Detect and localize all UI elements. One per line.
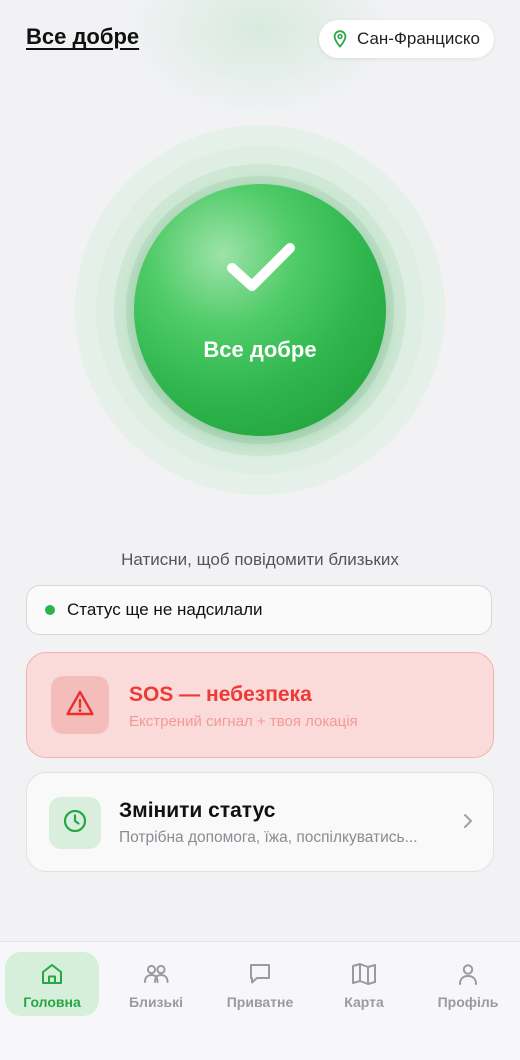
im-ok-button[interactable]: Все добре [134,184,386,436]
map-icon [350,960,378,988]
status-text: Статус ще не надсилали [67,600,263,619]
clock-icon [62,808,88,839]
map-pin-icon [333,30,347,48]
location-label: Сан-Франциско [356,29,480,48]
status-button-label: Все добре [203,337,317,362]
hint-text: Натисни, щоб повідомити близьких [121,550,399,569]
chevron-right-icon [463,813,473,834]
home-icon [39,960,65,988]
top-glow [120,0,400,120]
tab-map-label: Карта [344,994,384,1010]
people-icon [142,960,170,988]
status-dot [45,605,55,615]
tab-contacts-label: Близькі [128,994,184,1010]
tab-profile[interactable]: Профіль [421,952,515,1016]
tab-home[interactable]: Головна [5,952,99,1016]
warning-triangle-icon [65,689,95,722]
tab-contacts[interactable]: Близькі [109,952,203,1016]
sos-subtitle: Екстрений сигнал + твоя локація [129,713,358,730]
sos-title: SOS — небезпека [129,683,312,706]
change-status-button[interactable]: Змінити статус Потрібна допомога, їжа, п… [26,772,494,872]
bottom-tab-bar: Головна Близькі Приватне Карта Профіль [0,941,520,1060]
tab-home-label: Головна [23,994,81,1010]
page-title: Все добре [26,24,140,49]
change-status-subtitle: Потрібна допомога, їжа, поспілкуватись..… [119,829,418,846]
change-status-title: Змінити статус [119,799,276,822]
tab-private[interactable]: Приватне [213,952,307,1016]
sos-icon-tile [51,676,109,734]
sos-button[interactable]: SOS — небезпека Екстрений сигнал + твоя … [26,652,494,758]
tab-map[interactable]: Карта [317,952,411,1016]
change-status-icon-tile [49,797,101,849]
tab-private-label: Приватне [226,994,294,1010]
person-icon [455,960,481,988]
location-chip[interactable]: Сан-Франциско [318,20,494,58]
chat-bubble-icon [247,960,273,988]
tab-profile-label: Профіль [437,994,499,1010]
status-indicator: Статус ще не надсилали [26,585,492,635]
check-icon [226,240,296,299]
